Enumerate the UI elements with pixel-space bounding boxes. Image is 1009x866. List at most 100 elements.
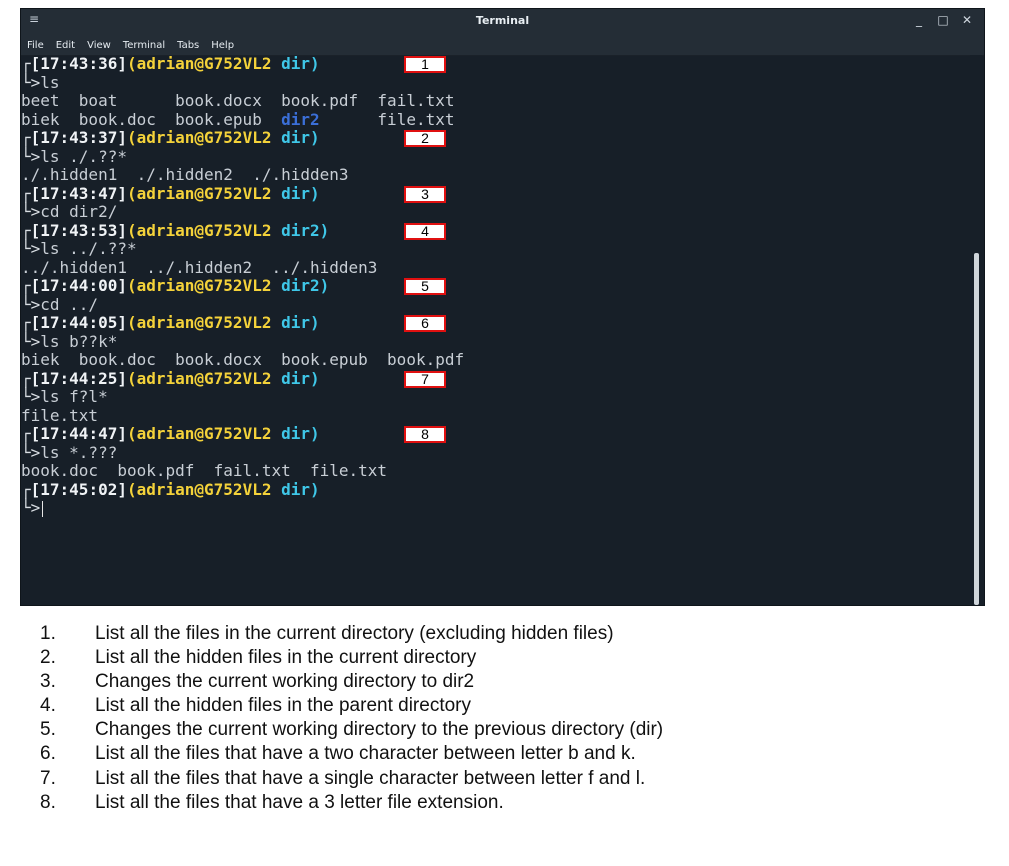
terminal-output[interactable]: ┌[17:43:36](adrian@G752VL2 dir) 1 └>ls be… [21, 54, 971, 605]
prompt-time: [17:45:02] [30, 479, 127, 499]
close-icon[interactable]: ✕ [960, 13, 974, 27]
prompt-time: [17:44:47] [30, 424, 127, 443]
prompt-dir: dir) [271, 183, 320, 203]
item-number: 7. [40, 767, 56, 789]
output-line: biek book.doc book.docx book.epub book.p… [21, 350, 465, 369]
prompt-dir: dir) [271, 128, 320, 147]
output-file: boat [78, 91, 118, 110]
prompt-user: (adrian@G752VL2 [126, 220, 272, 240]
prompt-line: ┌[17:44:05](adrian@G752VL2 dir) 6 [21, 313, 971, 333]
command-line: └>ls ./.??* [21, 146, 971, 167]
step-marker: 2 [404, 130, 446, 147]
list-item: 3. Changes the current working directory … [40, 670, 663, 694]
output-file: file.txt [377, 109, 455, 129]
prompt-user: (adrian@G752VL2 [126, 479, 272, 499]
prompt-arrow: └> [21, 239, 41, 258]
list-item: 1. List all the files in the current dire… [40, 622, 663, 646]
item-text: Changes the current working directory to… [95, 671, 475, 693]
prompt-arrow: └> [21, 294, 41, 314]
prompt-corner: ┌ [21, 424, 31, 443]
command-text: ls ./.??* [40, 146, 127, 166]
menu-terminal[interactable]: Terminal [123, 40, 165, 51]
prompt-arrow: └> [21, 498, 41, 517]
prompt-line: ┌[17:43:37](adrian@G752VL2 dir) 2 [21, 128, 971, 148]
prompt-time: [17:44:25] [30, 368, 127, 388]
command-line: └>cd dir2/ [21, 202, 971, 222]
prompt-time: [17:43:37] [30, 128, 127, 147]
prompt-dir: dir) [271, 479, 320, 499]
list-item: 5. Changes the current working directory … [40, 718, 663, 742]
command-line: └>ls ../.??* [21, 239, 971, 259]
command-line: └>ls b??k* [21, 331, 971, 352]
command-text: cd dir2/ [40, 202, 118, 221]
step-marker: 5 [404, 278, 446, 295]
step-marker: 4 [404, 222, 446, 240]
output-line: beet boat book.docx book.pdf fail.txt [21, 91, 971, 111]
item-number: 4. [40, 695, 56, 717]
command-text: ls f?l* [40, 387, 108, 406]
list-item: 6. List all the files that have a two cha… [40, 742, 663, 766]
item-number: 5. [40, 719, 56, 741]
menu-tabs[interactable]: Tabs [177, 40, 199, 51]
command-text: ls *.??? [40, 442, 118, 462]
output-file: book.doc [78, 109, 156, 129]
list-item: 7. List all the files that have a single … [40, 767, 663, 791]
prompt-time: [17:44:05] [30, 313, 127, 332]
step-marker: 3 [404, 185, 446, 203]
window-title: Terminal [475, 14, 530, 27]
prompt-arrow: └> [21, 387, 41, 406]
step-marker: 7 [404, 370, 446, 388]
command-text: ls [40, 72, 60, 92]
prompt-line: ┌[17:43:36](adrian@G752VL2 dir) 1 [21, 54, 971, 74]
output-line: ../.hidden1 ../.hidden2 ../.hidden3 [21, 257, 378, 277]
prompt-corner: ┌ [21, 220, 31, 240]
item-number: 6. [40, 743, 56, 765]
prompt-corner: ┌ [21, 54, 31, 73]
prompt-line: ┌[17:44:00](adrian@G752VL2 dir2) 5 [21, 276, 971, 296]
command-line: └>ls [21, 72, 971, 93]
menu-view[interactable]: View [87, 40, 111, 51]
prompt-user: (adrian@G752VL2 [126, 313, 272, 332]
output-file: book.pdf [281, 91, 359, 110]
prompt-time: [17:44:00] [30, 276, 127, 295]
text-cursor [42, 500, 44, 517]
output-line: ./.hidden1 ./.hidden2 ./.hidden3 [21, 165, 349, 184]
prompt-user: (adrian@G752VL2 [126, 276, 272, 295]
minimize-icon[interactable]: _ [912, 13, 926, 27]
menu-help[interactable]: Help [211, 40, 234, 51]
command-line[interactable]: └> [21, 498, 971, 518]
maximize-icon[interactable]: □ [936, 13, 950, 27]
instructions-list: 1. List all the files in the current dire… [40, 622, 663, 815]
prompt-line: ┌[17:44:47](adrian@G752VL2 dir) 8 [21, 424, 971, 444]
prompt-arrow: └> [21, 72, 41, 92]
prompt-dir: dir2) [271, 220, 330, 240]
command-text: ls ../.??* [40, 239, 137, 258]
menu-file[interactable]: File [27, 40, 44, 51]
prompt-arrow: └> [21, 331, 41, 351]
prompt-time: [17:43:36] [30, 54, 127, 73]
output-line: book.doc book.pdf fail.txt file.txt [21, 461, 388, 480]
prompt-dir: dir) [271, 54, 320, 73]
terminal-window: ≡ Terminal _ □ ✕ File Edit View Terminal… [20, 8, 985, 606]
command-line: └>cd ../ [21, 294, 971, 315]
output-directory: dir2 [281, 109, 320, 129]
prompt-user: (adrian@G752VL2 [126, 424, 272, 443]
prompt-corner: ┌ [21, 368, 31, 388]
item-text: List all the files that have a 3 letter … [95, 791, 504, 813]
scrollbar-thumb[interactable] [974, 253, 979, 605]
scrollbar[interactable] [970, 55, 982, 605]
prompt-corner: ┌ [21, 183, 31, 203]
title-bar[interactable]: ≡ Terminal _ □ ✕ [21, 9, 984, 35]
menu-bar: File Edit View Terminal Tabs Help [21, 35, 984, 56]
prompt-line: ┌[17:45:02](adrian@G752VL2 dir) [21, 479, 971, 500]
output-file: biek [21, 109, 60, 129]
output-line: biek book.doc book.epub dir2 file.txt [21, 109, 971, 130]
item-text: Changes the current working directory to… [95, 719, 664, 741]
menu-edit[interactable]: Edit [56, 40, 75, 51]
prompt-corner: ┌ [21, 276, 31, 295]
prompt-arrow: └> [21, 146, 41, 166]
item-number: 1. [40, 623, 56, 644]
item-text: List all the files in the current direct… [95, 623, 614, 644]
item-text: List all the hidden files in the current… [95, 647, 477, 669]
command-text: ls b??k* [40, 331, 118, 351]
